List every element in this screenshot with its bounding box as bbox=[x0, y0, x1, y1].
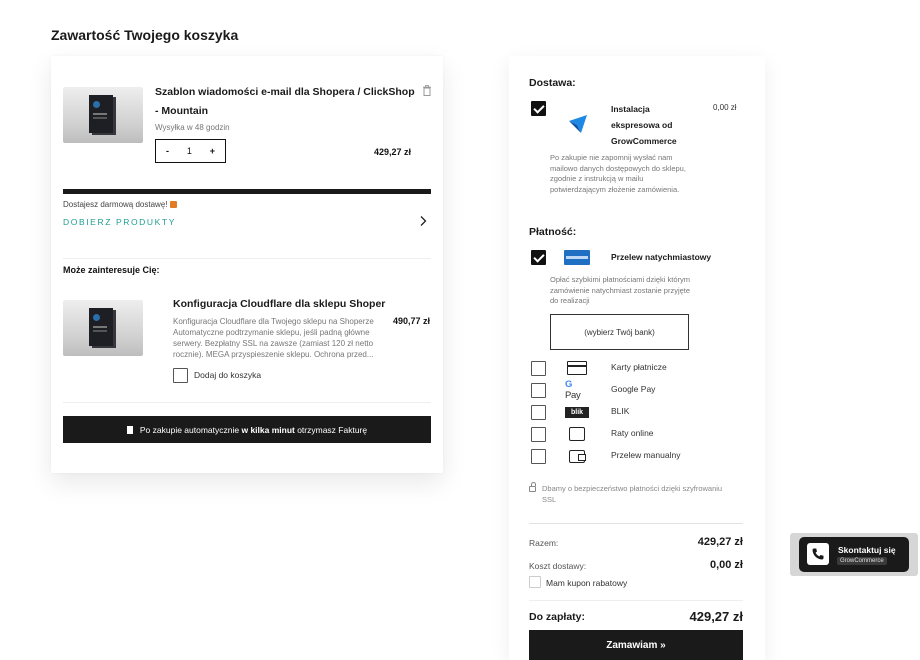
blik-icon: blik bbox=[565, 405, 589, 419]
qty-minus-button[interactable]: - bbox=[166, 146, 169, 156]
payment-method-label[interactable]: BLIK bbox=[611, 406, 629, 416]
gpay-logo-text: Pay bbox=[565, 390, 581, 401]
instant-transfer-label[interactable]: Przelew natychmiastowy bbox=[611, 252, 711, 262]
shipping-cost-label: Koszt dostawy: bbox=[529, 561, 587, 571]
payment-method-checkbox[interactable] bbox=[531, 383, 546, 398]
shipping-cost-value: 0,00 zł bbox=[709, 559, 743, 571]
coupon-label[interactable]: Mam kupon rabatowy bbox=[546, 578, 627, 588]
ssl-note: Dbamy o bezpieczeństwo płatności dzięki … bbox=[529, 482, 729, 505]
payment-method-checkbox[interactable] bbox=[531, 405, 546, 420]
growcommerce-logo-icon bbox=[569, 115, 587, 133]
delivery-note: Po zakupie nie zapomnij wysłać nam mailo… bbox=[550, 153, 686, 194]
credit-card-icon bbox=[565, 361, 589, 375]
contact-widget[interactable]: Skontaktuj się GrowCommerce bbox=[790, 533, 918, 576]
invoice-prefix: Po zakupie automatycznie bbox=[139, 424, 242, 435]
recommendation-image[interactable] bbox=[63, 300, 143, 356]
total-label: Do zapłaty: bbox=[529, 611, 586, 623]
recommendation-description: Konfiguracja Cloudflare dla Twojego skle… bbox=[173, 317, 374, 359]
subtotal-label: Razem: bbox=[529, 538, 559, 548]
recommendation-price: 490,77 zł bbox=[393, 316, 431, 326]
payment-method-checkbox[interactable] bbox=[531, 427, 546, 442]
add-to-cart-checkbox[interactable] bbox=[173, 368, 188, 383]
coupon-checkbox[interactable] bbox=[529, 576, 541, 588]
divider bbox=[529, 600, 743, 601]
item-price: 429,27 zł bbox=[374, 147, 412, 157]
wallet-icon bbox=[565, 449, 589, 463]
contact-button[interactable]: Skontaktuj się GrowCommerce bbox=[799, 537, 909, 572]
instant-transfer-icon bbox=[564, 250, 590, 265]
product-title[interactable]: Szablon wiadomości e-mail dla Shopera / … bbox=[155, 83, 415, 121]
ssl-note-text: Dbamy o bezpieczeństwo płatności dzięki … bbox=[542, 484, 723, 504]
installments-icon bbox=[565, 427, 589, 441]
chevron-right-icon[interactable] bbox=[419, 215, 427, 227]
checkout-panel: Dostawa: Instalacja ekspresowa od GrowCo… bbox=[509, 56, 765, 660]
free-shipping-label: Dostajesz darmową dostawę! bbox=[63, 200, 168, 209]
payment-method-label[interactable]: Raty online bbox=[611, 428, 654, 438]
delivery-heading: Dostawa: bbox=[529, 77, 576, 89]
free-shipping-progress bbox=[63, 189, 431, 194]
pick-products-link[interactable]: DOBIERZ PRODUKTY bbox=[63, 217, 176, 227]
page-title: Zawartość Twojego koszyka bbox=[51, 27, 239, 43]
add-to-cart-label[interactable]: Dodaj do koszyka bbox=[194, 370, 261, 380]
contact-subtitle: GrowCommerce bbox=[837, 557, 887, 565]
payment-method-label[interactable]: Karty płatnicze bbox=[611, 362, 667, 372]
phone-icon bbox=[807, 543, 829, 565]
payment-method-checkbox[interactable] bbox=[531, 361, 546, 376]
divider bbox=[63, 402, 431, 403]
shipping-time: Wysyłka w 48 godzin bbox=[155, 123, 230, 132]
total-value: 429,27 zł bbox=[689, 609, 744, 624]
gpay-logo-g: G bbox=[565, 379, 573, 390]
google-pay-icon: G Pay bbox=[565, 379, 589, 401]
bank-select-button[interactable]: (wybierz Twój bank) bbox=[550, 314, 689, 350]
delivery-option-price: 0,00 zł bbox=[713, 103, 737, 112]
product-image[interactable] bbox=[63, 87, 143, 143]
qty-plus-button[interactable]: + bbox=[210, 146, 215, 156]
quantity-stepper: - 1 + bbox=[155, 139, 226, 163]
place-order-button[interactable]: Zamawiam » bbox=[529, 630, 743, 660]
payment-method-checkbox[interactable] bbox=[531, 449, 546, 464]
blik-logo: blik bbox=[565, 406, 589, 418]
invoice-banner: Po zakupie automatycznie w kilka minut o… bbox=[63, 416, 431, 443]
document-icon bbox=[126, 425, 133, 434]
trash-icon[interactable] bbox=[422, 85, 432, 96]
divider bbox=[63, 258, 431, 259]
gift-icon bbox=[169, 201, 177, 208]
payment-heading: Płatność: bbox=[529, 226, 577, 238]
invoice-suffix: otrzymasz Fakturę bbox=[294, 424, 368, 435]
contact-title: Skontaktuj się bbox=[838, 545, 896, 555]
payment-method-label[interactable]: Google Pay bbox=[611, 384, 655, 394]
divider bbox=[529, 523, 743, 524]
recommendations-heading: Może zainteresuje Cię: bbox=[63, 265, 160, 275]
instant-transfer-checkbox[interactable] bbox=[531, 250, 546, 265]
delivery-option-name[interactable]: Instalacja ekspresowa od GrowCommerce bbox=[611, 101, 691, 149]
lock-icon bbox=[529, 482, 536, 492]
invoice-bold: w kilka minut bbox=[241, 424, 295, 435]
subtotal-value: 429,27 zł bbox=[697, 536, 743, 548]
delivery-option-checkbox[interactable] bbox=[531, 101, 546, 116]
instant-transfer-note: Opłać szybkimi płatnościami dzięki który… bbox=[550, 275, 691, 305]
payment-method-label[interactable]: Przelew manualny bbox=[611, 450, 680, 460]
cart-card: Szablon wiadomości e-mail dla Shopera / … bbox=[51, 56, 443, 473]
recommendation-title[interactable]: Konfiguracja Cloudflare dla sklepu Shope… bbox=[173, 298, 385, 310]
invoice-text: Po zakupie automatycznie w kilka minut o… bbox=[140, 425, 367, 435]
free-shipping-text: Dostajesz darmową dostawę! bbox=[63, 200, 177, 209]
qty-value[interactable]: 1 bbox=[187, 146, 192, 156]
